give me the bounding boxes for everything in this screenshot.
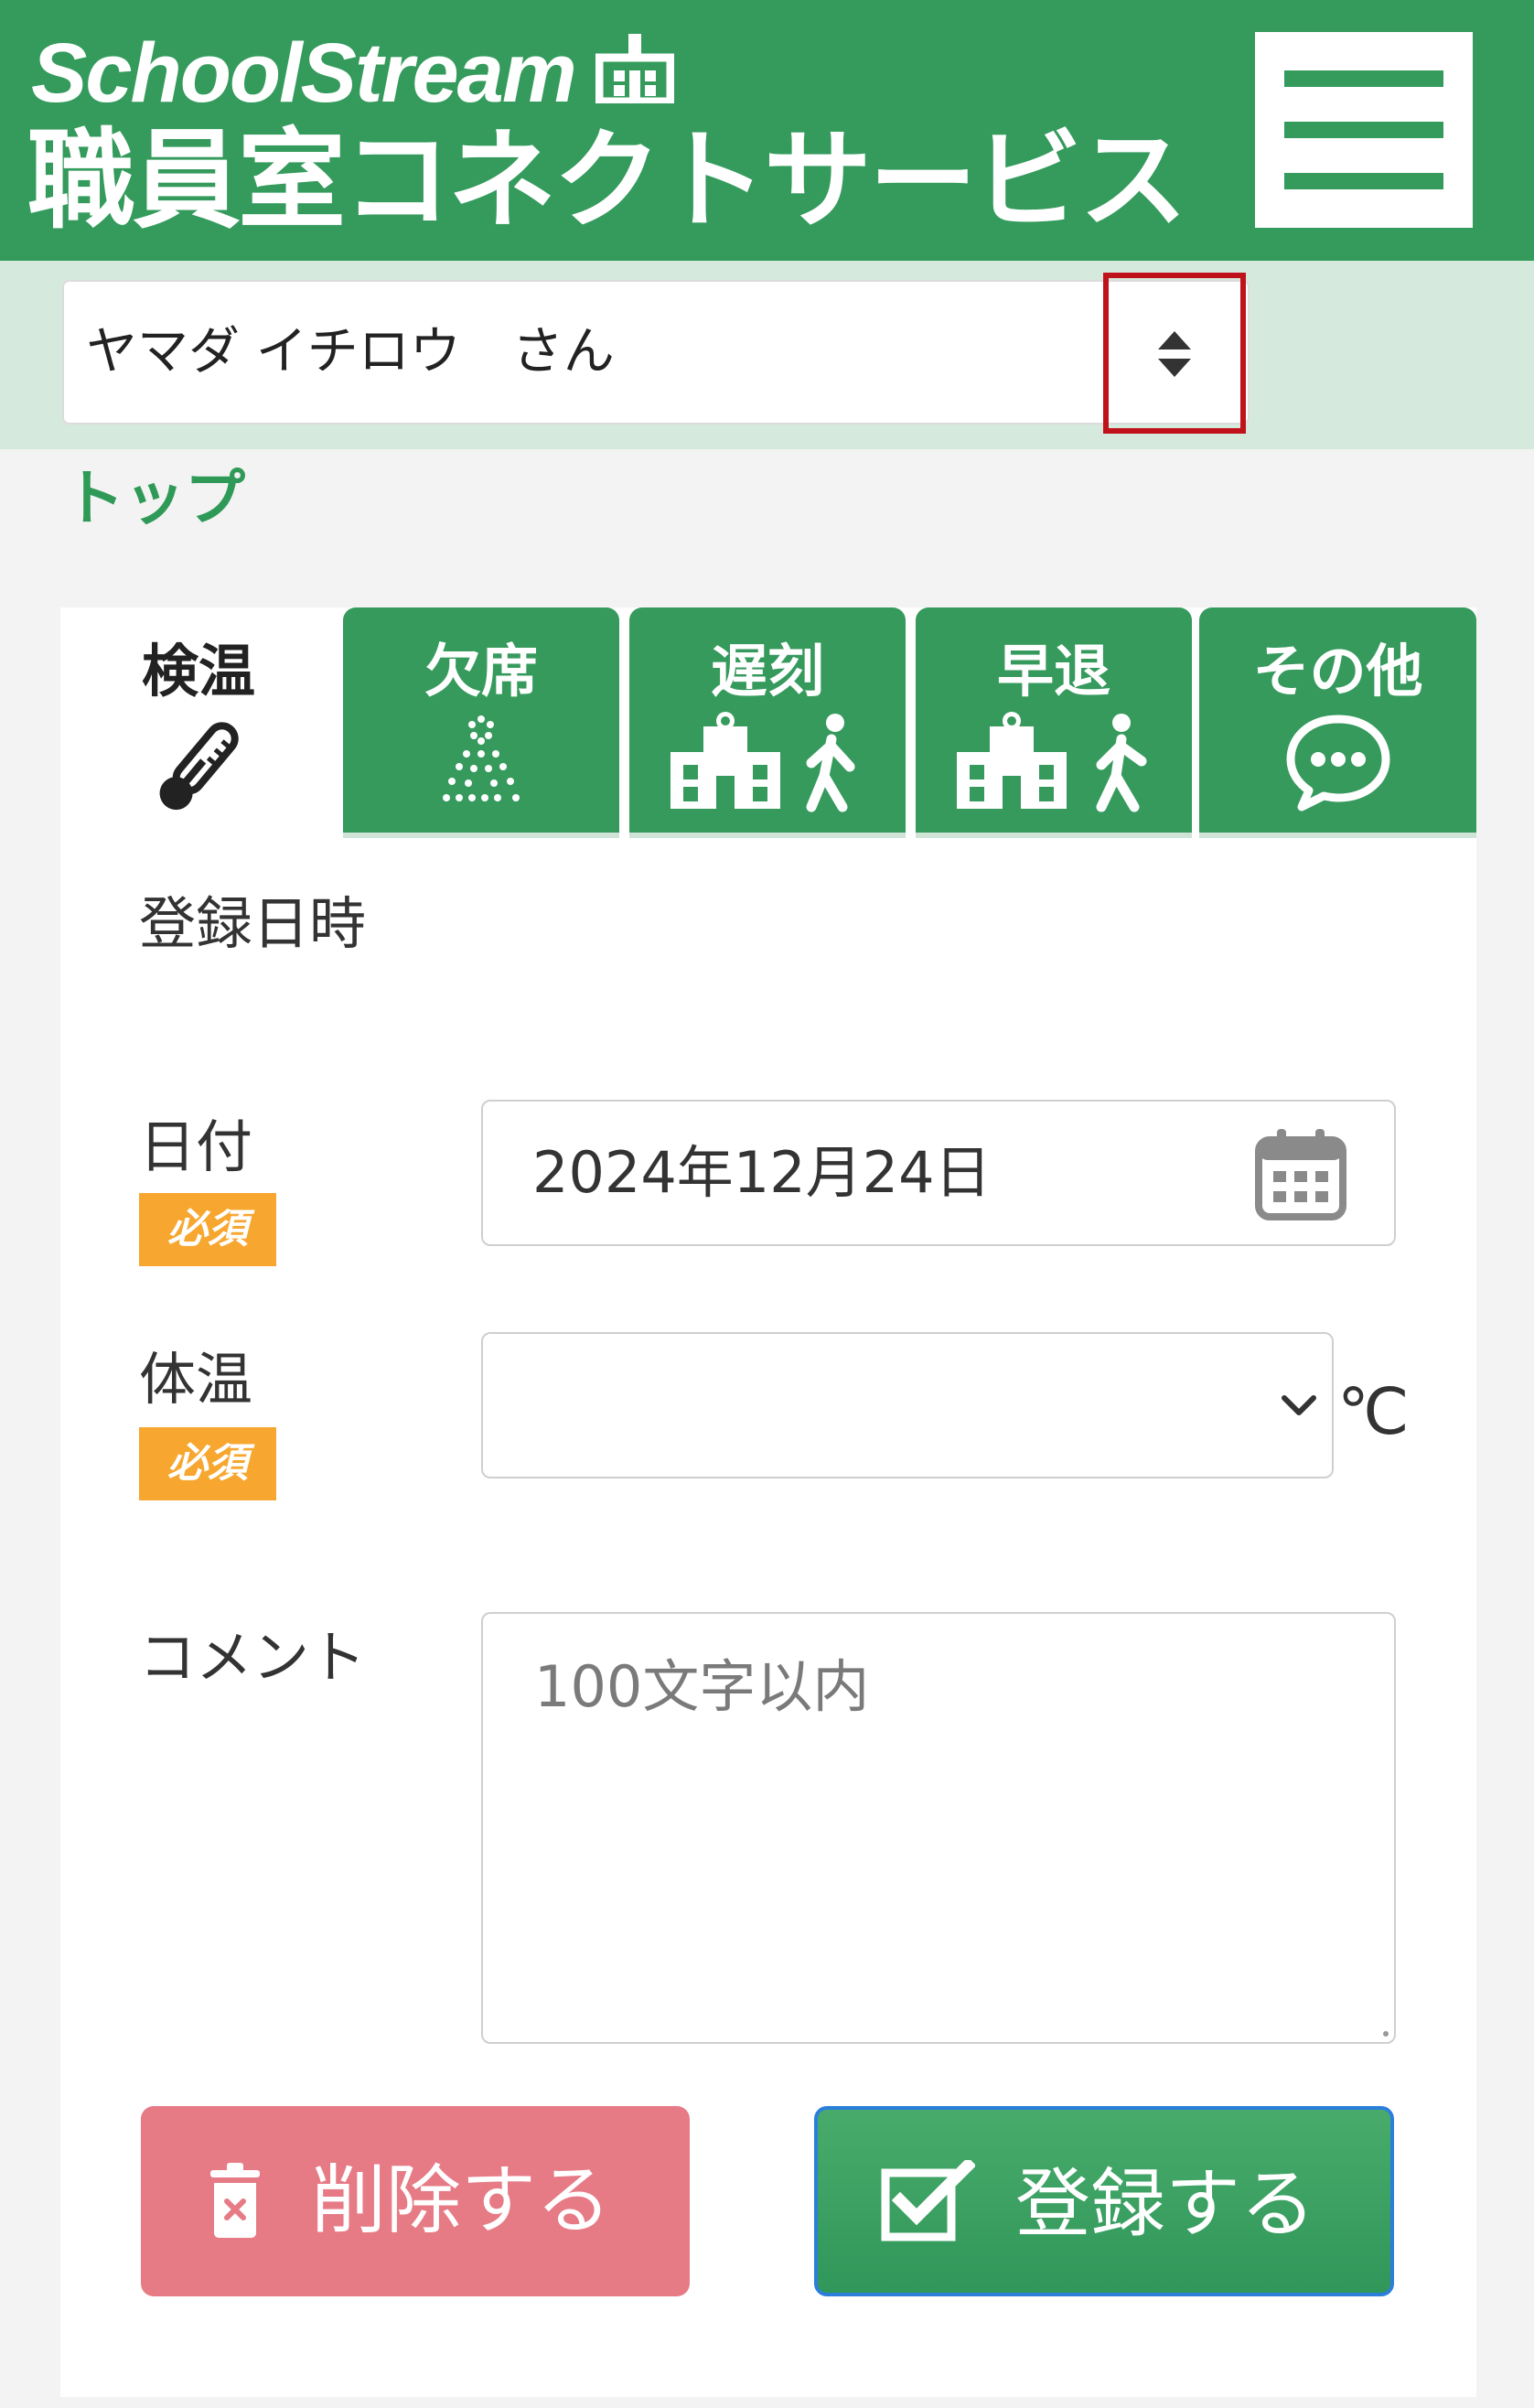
trash-icon xyxy=(210,2163,260,2238)
temperature-unit: ℃ xyxy=(1337,1374,1410,1449)
tab-label: 早退 xyxy=(996,638,1110,704)
dotted-person-icon xyxy=(443,715,520,801)
comment-textarea[interactable]: 100文字以内 xyxy=(481,1612,1396,2044)
calendar-icon[interactable] xyxy=(1253,1127,1348,1222)
breadcrumb[interactable]: トップ xyxy=(64,457,245,540)
thermometer-icon xyxy=(159,722,239,811)
required-badge: 必須 xyxy=(139,1427,276,1500)
school-building-icon xyxy=(595,29,675,121)
tab-other[interactable]: その他 xyxy=(1199,607,1476,838)
tab-label: その他 xyxy=(1252,638,1423,704)
hamburger-menu-button[interactable] xyxy=(1255,32,1473,228)
school-walk-out-icon xyxy=(957,712,1147,812)
tab-label: 検温 xyxy=(141,638,255,704)
submit-button-label: 登録する xyxy=(1015,2161,1316,2248)
tab-label: 遅刻 xyxy=(710,638,824,704)
tab-early-leave[interactable]: 早退 xyxy=(916,607,1192,838)
required-badge: 必須 xyxy=(139,1193,276,1266)
resize-handle[interactable] xyxy=(1383,2031,1389,2037)
date-label: 日付 xyxy=(139,1113,253,1180)
user-name: ヤマダ イチロウ さん xyxy=(86,322,615,382)
checkbox-icon xyxy=(881,2160,975,2241)
tab-late[interactable]: 遅刻 xyxy=(629,607,906,838)
date-input[interactable]: 2024年12月24日 xyxy=(481,1100,1396,1246)
school-walk-in-icon xyxy=(670,712,855,812)
app-header: SchoolStream 職員室コネクトサービス xyxy=(0,0,1534,261)
brand-logo[interactable]: SchoolStream xyxy=(31,27,675,121)
temperature-select[interactable] xyxy=(481,1332,1334,1478)
user-select[interactable]: ヤマダ イチロウ さん xyxy=(62,280,1250,425)
tab-label: 欠席 xyxy=(424,638,538,704)
tab-temperature-check[interactable]: 検温 xyxy=(60,607,337,838)
delete-button-label: 削除する xyxy=(311,2157,612,2244)
submit-button[interactable]: 登録する xyxy=(814,2106,1394,2296)
tab-absence[interactable]: 欠席 xyxy=(343,607,619,838)
temperature-label: 体温 xyxy=(139,1346,253,1413)
date-value: 2024年12月24日 xyxy=(532,1139,992,1206)
comment-placeholder: 100文字以内 xyxy=(534,1653,870,1720)
brand-name-jp: 職員室コネクトサービス xyxy=(27,117,1187,243)
speech-bubble-icon xyxy=(1286,715,1389,812)
sort-updown-icon[interactable] xyxy=(1156,329,1193,379)
section-title: 登録日時 xyxy=(139,890,367,957)
comment-label: コメント xyxy=(139,1624,367,1691)
delete-button[interactable]: 削除する xyxy=(141,2106,690,2296)
brand-name-en: SchoolStream xyxy=(31,27,577,120)
chevron-down-icon xyxy=(1282,1395,1316,1415)
breadcrumb-current: トップ xyxy=(64,463,245,533)
